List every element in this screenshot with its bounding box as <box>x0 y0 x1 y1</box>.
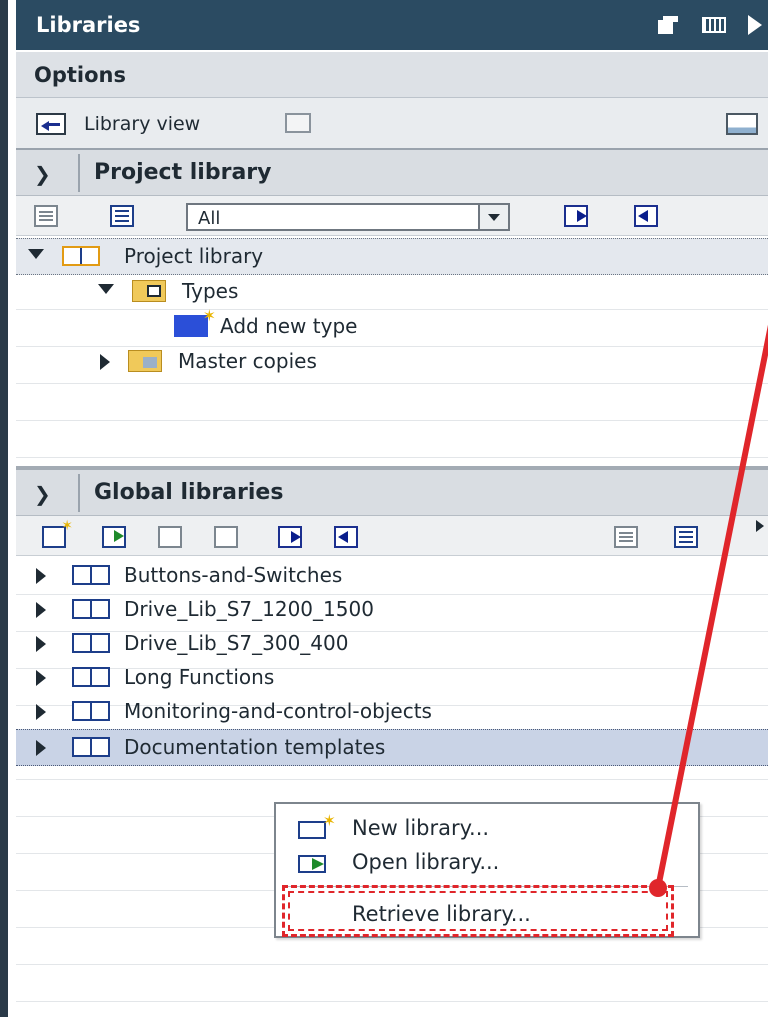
expand-arrow-icon[interactable] <box>98 284 114 294</box>
expand-arrow-icon[interactable] <box>36 568 46 584</box>
libraries-panel: Libraries Options Library view ❯ Project… <box>0 0 768 1017</box>
properties-icon[interactable] <box>614 526 638 548</box>
add-type-icon <box>174 306 216 337</box>
expand-arrow-icon[interactable] <box>36 636 46 652</box>
window-layout-icon[interactable] <box>726 113 758 135</box>
open-library-icon[interactable] <box>102 526 126 548</box>
chevron-down-icon[interactable] <box>478 205 508 229</box>
tree-label: Project library <box>124 244 264 268</box>
expand-arrow-icon[interactable] <box>36 602 46 618</box>
global-library-item[interactable]: Monitoring-and-control-objects <box>16 694 768 729</box>
filter-select[interactable]: All <box>186 203 510 231</box>
library-icon <box>72 599 110 619</box>
library-label: Drive_Lib_S7_1200_1500 <box>124 597 374 621</box>
expand-arrow-icon[interactable] <box>36 740 46 756</box>
tree-row-add-new-type[interactable]: Add new type <box>16 306 768 344</box>
library-label: Documentation templates <box>124 735 386 759</box>
print-icon[interactable] <box>285 113 311 133</box>
open-library-icon <box>298 855 326 873</box>
global-library-item[interactable]: Long Functions <box>16 660 768 695</box>
project-library-toolbar: All <box>16 196 768 236</box>
library-icon <box>72 565 110 585</box>
folder-icon <box>128 350 162 372</box>
global-library-item[interactable]: Drive_Lib_S7_300_400 <box>16 626 768 661</box>
filter-value: All <box>198 208 221 229</box>
global-library-item[interactable]: Buttons-and-Switches <box>16 558 768 593</box>
options-header[interactable]: Options <box>16 52 768 98</box>
library-icon <box>72 633 110 653</box>
restore-window-icon[interactable] <box>658 16 680 34</box>
tree-label: Master copies <box>178 349 317 373</box>
split-view-icon[interactable] <box>702 17 726 33</box>
import-icon[interactable] <box>634 205 658 227</box>
new-library-icon <box>298 811 336 839</box>
global-library-item[interactable]: Drive_Lib_S7_1200_1500 <box>16 592 768 627</box>
project-library-tree: Project library Types Add new type Maste… <box>16 236 768 468</box>
global-libraries-tree: Buttons-and-Switches Drive_Lib_S7_1200_1… <box>16 558 768 1014</box>
library-view-bar: Library view <box>16 98 768 150</box>
properties-icon[interactable] <box>34 205 58 227</box>
expand-arrow-icon[interactable] <box>28 249 44 259</box>
menu-item-open-library[interactable]: Open library... <box>276 846 698 880</box>
export-icon[interactable] <box>278 526 302 548</box>
menu-item-new-library[interactable]: New library... <box>276 811 698 846</box>
menu-item-label: Open library... <box>352 850 500 874</box>
chevron-down-icon[interactable]: ❯ <box>34 162 51 186</box>
chevron-down-icon[interactable]: ❯ <box>34 482 51 506</box>
library-label: Long Functions <box>124 665 275 689</box>
global-libraries-section-header[interactable]: ❯ Global libraries <box>16 470 768 516</box>
library-label: Drive_Lib_S7_300_400 <box>124 631 349 655</box>
annotation-highlight-box-inner <box>288 891 668 931</box>
collapse-panel-icon[interactable] <box>748 15 762 35</box>
project-library-section-header[interactable]: ❯ Project library <box>16 150 768 196</box>
library-view-icon[interactable] <box>36 113 66 135</box>
tree-label: Add new type <box>220 314 358 338</box>
update-library-icon[interactable] <box>214 526 238 548</box>
title-bar-controls <box>658 15 762 35</box>
menu-item-label: New library... <box>352 816 490 840</box>
types-folder-icon <box>132 280 166 302</box>
options-label: Options <box>34 63 126 87</box>
library-view-label[interactable]: Library view <box>84 113 200 135</box>
library-label: Buttons-and-Switches <box>124 563 343 587</box>
details-view-icon[interactable] <box>110 205 134 227</box>
header-separator <box>78 154 80 192</box>
library-icon <box>72 701 110 721</box>
details-view-icon[interactable] <box>674 526 698 548</box>
project-library-section-label: Project library <box>94 160 272 185</box>
library-icon <box>72 737 110 757</box>
export-icon[interactable] <box>564 205 588 227</box>
new-library-icon[interactable] <box>42 518 73 548</box>
import-icon[interactable] <box>334 526 358 548</box>
library-icon <box>72 667 110 687</box>
expand-arrow-icon[interactable] <box>100 354 110 370</box>
more-tools-icon[interactable] <box>756 520 764 532</box>
global-libraries-section-label: Global libraries <box>94 480 284 505</box>
global-library-item-selected[interactable]: Documentation templates <box>16 729 768 766</box>
panel-title: Libraries <box>36 13 141 37</box>
tree-label: Types <box>182 279 239 303</box>
tree-row-types[interactable]: Types <box>16 274 768 309</box>
expand-arrow-icon[interactable] <box>36 670 46 686</box>
library-icon <box>62 246 100 266</box>
library-label: Monitoring-and-control-objects <box>124 699 432 723</box>
header-separator <box>78 474 80 512</box>
tree-row-project-library[interactable]: Project library <box>16 238 768 275</box>
expand-arrow-icon[interactable] <box>36 704 46 720</box>
global-libraries-toolbar <box>16 516 768 556</box>
tree-row-master-copies[interactable]: Master copies <box>16 344 768 379</box>
save-library-icon[interactable] <box>158 526 182 548</box>
panel-title-bar: Libraries <box>16 0 768 50</box>
